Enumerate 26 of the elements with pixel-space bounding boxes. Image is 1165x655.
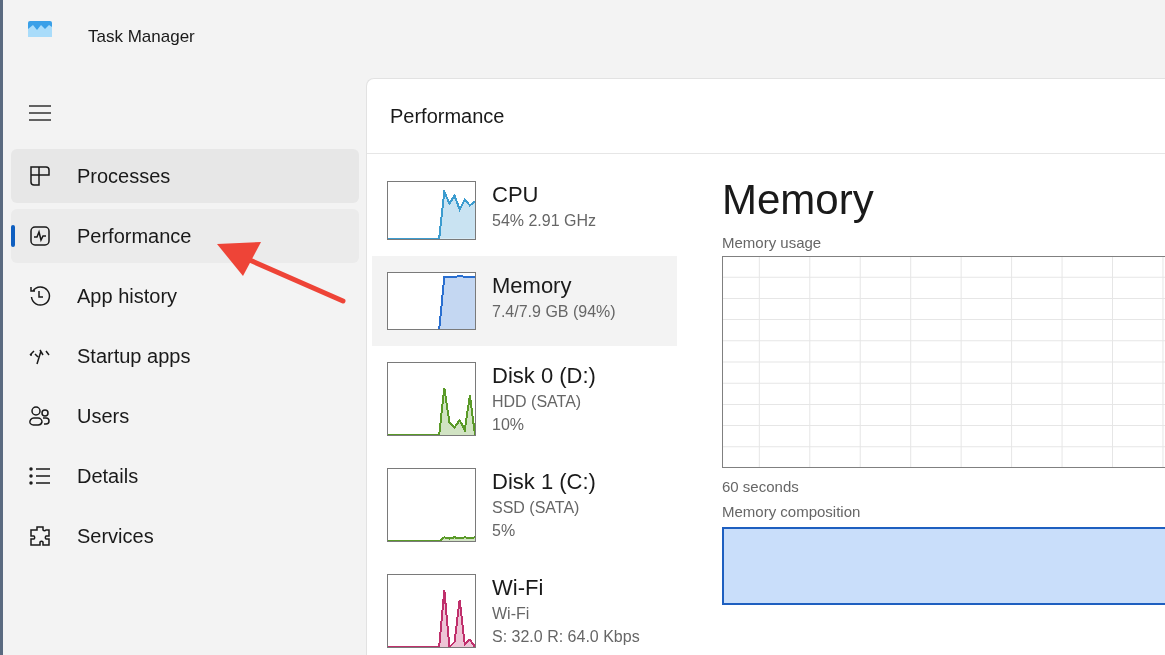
device-item[interactable]: Disk 0 (D:) HDD (SATA) 10% [372,346,677,453]
list-icon [28,464,52,488]
device-item[interactable]: Wi-Fi Wi-Fi S: 32.0 R: 64.0 Kbps [372,558,677,655]
sidebar-item[interactable]: Details [11,449,359,503]
sidebar-item[interactable]: Processes [11,149,359,203]
history-icon [28,284,52,308]
chart-label: Memory usage [722,234,823,251]
sidebar-item[interactable]: Performance [11,209,359,263]
sidebar-item[interactable]: Startup apps [11,329,359,383]
users-icon [28,404,52,428]
puzzle-icon [28,524,52,548]
app-icon [28,21,52,37]
page-title: Performance [390,104,505,128]
sidebar-item[interactable]: Services [11,509,359,563]
time-label: 60 seconds [722,478,800,495]
sidebar-item[interactable]: Users [11,389,359,443]
pulse-icon [28,224,52,248]
menu-icon[interactable] [28,104,52,122]
device-item[interactable]: CPU 54% 2.91 GHz [372,165,677,256]
device-item[interactable]: Disk 1 (C:) SSD (SATA) 5% [372,452,677,559]
grid-icon [28,164,52,188]
sidebar-item[interactable]: App history [11,269,359,323]
section-heading: Memory [722,176,875,224]
window-title: Task Manager [88,27,195,47]
device-item[interactable]: Memory 7.4/7.9 GB (94%) [372,255,677,347]
chart-label: Memory composition [722,503,862,520]
